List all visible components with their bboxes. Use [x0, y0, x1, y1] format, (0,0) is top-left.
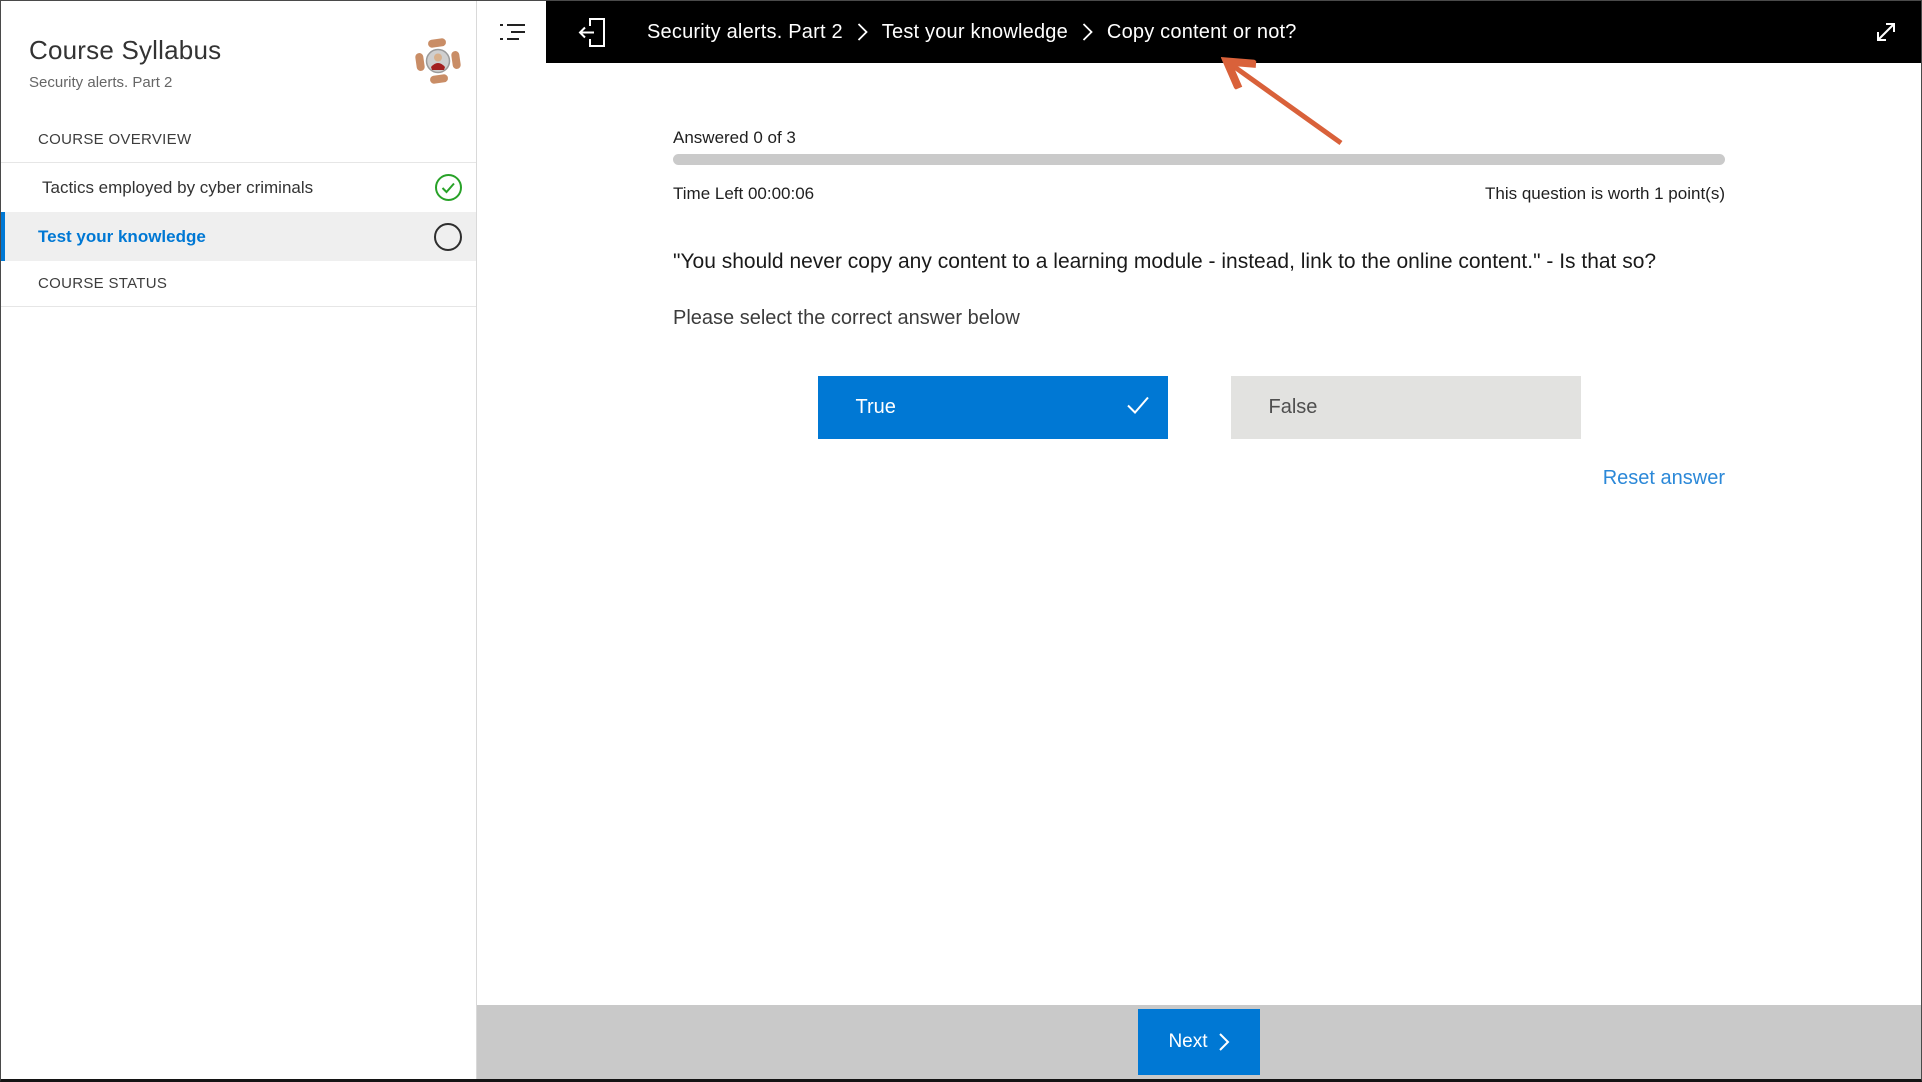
expand-diagonal-icon	[1871, 17, 1901, 47]
bottom-navigation-bar: Next	[477, 1005, 1921, 1079]
answer-label: False	[1269, 396, 1318, 418]
chevron-right-icon	[1218, 1032, 1230, 1052]
chevron-right-icon	[1082, 22, 1093, 42]
breadcrumb-item-course[interactable]: Security alerts. Part 2	[647, 21, 843, 44]
quiz-meta-row: Time Left 00:00:06 This question is wort…	[673, 184, 1725, 204]
sidebar-divider	[1, 306, 476, 307]
question-points-label: This question is worth 1 point(s)	[1485, 184, 1725, 204]
answer-true-button[interactable]: True	[818, 376, 1168, 439]
answer-instruction: Please select the correct answer below	[673, 307, 1725, 330]
course-name-subtitle: Security alerts. Part 2	[29, 74, 448, 91]
breadcrumb-bar: Security alerts. Part 2 Test your knowle…	[546, 1, 1921, 63]
reset-answer-link[interactable]: Reset answer	[1603, 467, 1725, 490]
breadcrumb-item-section[interactable]: Test your knowledge	[882, 21, 1068, 44]
answer-label: True	[856, 396, 896, 418]
next-question-button[interactable]: Next	[1138, 1009, 1260, 1075]
answer-false-button[interactable]: False	[1231, 376, 1581, 439]
completed-check-icon	[435, 174, 462, 201]
exit-course-button[interactable]	[577, 15, 607, 49]
breadcrumb-item-question[interactable]: Copy content or not?	[1107, 21, 1297, 44]
next-button-label: Next	[1168, 1031, 1207, 1053]
course-player-window: Course Syllabus Security alerts. Part 2 …	[0, 0, 1922, 1082]
incomplete-circle-icon	[434, 223, 462, 251]
course-syllabus-title: Course Syllabus	[29, 35, 448, 66]
answered-counter: Answered 0 of 3	[673, 128, 1725, 148]
syllabus-toggle-button[interactable]	[477, 1, 546, 63]
sidebar-item-label: Tactics employed by cyber criminals	[42, 178, 313, 198]
breadcrumb: Security alerts. Part 2 Test your knowle…	[647, 21, 1297, 44]
course-status-section-label: COURSE STATUS	[1, 261, 476, 306]
fullscreen-toggle-button[interactable]	[1871, 17, 1901, 47]
time-left-label: Time Left 00:00:06	[673, 184, 814, 204]
quiz-progress-bar	[673, 154, 1725, 165]
sidebar-item-label: Test your knowledge	[38, 227, 206, 247]
exit-course-icon	[577, 15, 607, 49]
course-logo-icon	[414, 37, 462, 85]
sidebar-item-tactics[interactable]: Tactics employed by cyber criminals	[1, 163, 476, 212]
answers-row: True False	[673, 376, 1725, 439]
syllabus-list-icon	[498, 20, 526, 44]
chevron-right-icon	[857, 22, 868, 42]
course-syllabus-sidebar: Course Syllabus Security alerts. Part 2 …	[1, 1, 477, 1079]
selected-check-icon	[1126, 395, 1150, 420]
quiz-content: Answered 0 of 3 Time Left 00:00:06 This …	[477, 63, 1921, 1005]
course-overview-section-label: COURSE OVERVIEW	[1, 117, 476, 162]
sidebar-header: Course Syllabus Security alerts. Part 2	[1, 1, 476, 117]
question-text: "You should never copy any content to a …	[673, 246, 1725, 277]
topbar: Security alerts. Part 2 Test your knowle…	[477, 1, 1921, 63]
main-area: Security alerts. Part 2 Test your knowle…	[477, 1, 1921, 1079]
sidebar-item-test-your-knowledge[interactable]: Test your knowledge	[1, 212, 476, 261]
